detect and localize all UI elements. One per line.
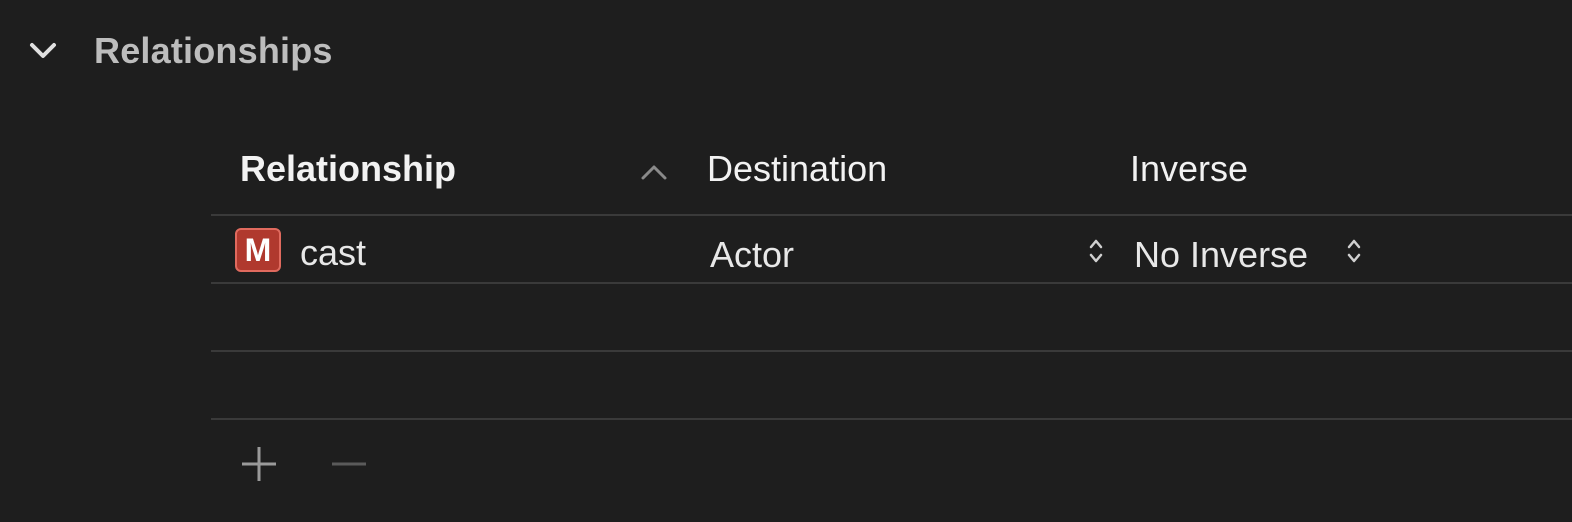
column-header-destination[interactable]: Destination <box>707 148 887 190</box>
table-row-empty <box>211 284 1572 352</box>
table-row-empty <box>211 352 1572 420</box>
chevron-down-icon[interactable] <box>26 34 60 68</box>
relationship-name[interactable]: cast <box>300 232 366 274</box>
column-header-relationship[interactable]: Relationship <box>240 148 456 190</box>
table-footer <box>211 420 1572 506</box>
table-header-row: Relationship Destination Inverse <box>211 126 1572 216</box>
table-row[interactable]: M cast Actor No Inverse <box>211 216 1572 284</box>
column-header-inverse[interactable]: Inverse <box>1130 148 1248 190</box>
relationships-table: Relationship Destination Inverse M cast … <box>211 126 1572 506</box>
section-header: Relationships <box>0 0 1572 100</box>
chevron-up-icon[interactable] <box>639 162 669 182</box>
section-title: Relationships <box>94 30 333 71</box>
destination-popup-value[interactable]: Actor <box>710 234 794 276</box>
inverse-popup-stepper-icon[interactable] <box>1345 236 1363 266</box>
minus-icon[interactable] <box>329 444 369 484</box>
destination-popup-stepper-icon[interactable] <box>1087 236 1105 266</box>
relationship-type-badge: M <box>235 228 281 272</box>
plus-icon[interactable] <box>239 444 279 484</box>
inverse-popup-value[interactable]: No Inverse <box>1134 234 1308 276</box>
relationships-panel: Relationships Relationship Destination I… <box>0 0 1572 522</box>
